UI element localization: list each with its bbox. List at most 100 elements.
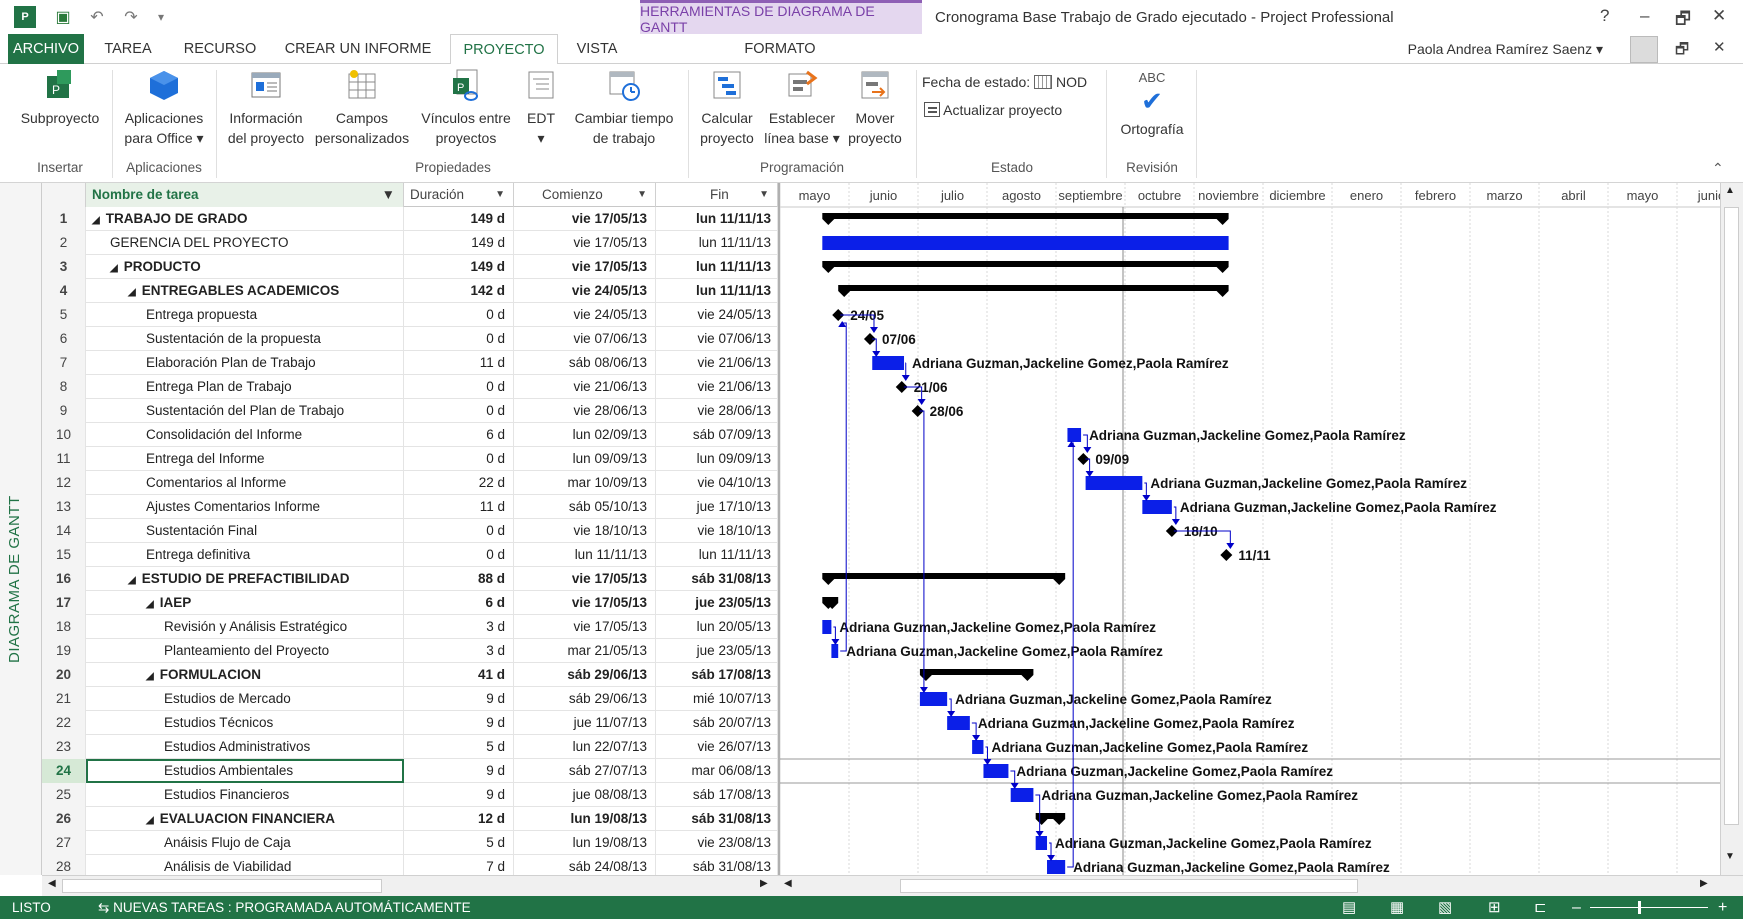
table-row[interactable]: 22 Estudios Técnicos 9 d jue 11/07/13 sáb 20…: [42, 711, 778, 735]
table-row[interactable]: 3 ◢ PRODUCTO 149 d vie 17/05/13 lun 11/11/13: [42, 255, 778, 279]
filter-dropdown-icon[interactable]: ▼: [759, 183, 769, 207]
duration-cell[interactable]: 22 d: [404, 471, 514, 495]
row-id[interactable]: 1: [42, 207, 86, 231]
table-row[interactable]: 21 Estudios de Mercado 9 d sáb 29/06/13 mié …: [42, 687, 778, 711]
row-id[interactable]: 19: [42, 639, 86, 663]
task-usage-icon[interactable]: ▦: [1390, 896, 1404, 919]
spelling-button[interactable]: ABC ✔ Ortografía: [1112, 64, 1192, 139]
finish-cell[interactable]: lun 11/11/13: [656, 207, 778, 231]
start-cell[interactable]: lun 09/09/13: [514, 447, 656, 471]
finish-cell[interactable]: vie 24/05/13: [656, 303, 778, 327]
finish-cell[interactable]: vie 28/06/13: [656, 399, 778, 423]
tab-tarea[interactable]: TAREA: [98, 34, 158, 64]
row-id[interactable]: 18: [42, 615, 86, 639]
start-cell[interactable]: sáb 08/06/13: [514, 351, 656, 375]
table-row[interactable]: 11 Entrega del Informe 0 d lun 09/09/13 lun …: [42, 447, 778, 471]
start-cell[interactable]: jue 11/07/13: [514, 711, 656, 735]
finish-cell[interactable]: sáb 07/09/13: [656, 423, 778, 447]
table-row[interactable]: 17 ◢ IAEP 6 d vie 17/05/13 jue 23/05/13: [42, 591, 778, 615]
gantt-view-icon[interactable]: ▤: [1342, 896, 1356, 919]
finish-cell[interactable]: jue 23/05/13: [656, 591, 778, 615]
duration-cell[interactable]: 3 d: [404, 639, 514, 663]
row-id[interactable]: 28: [42, 855, 86, 875]
row-id[interactable]: 7: [42, 351, 86, 375]
table-row[interactable]: 28 Análisis de Viabilidad 7 d sáb 24/08/13 s…: [42, 855, 778, 875]
finish-cell[interactable]: lun 11/11/13: [656, 279, 778, 303]
start-cell[interactable]: vie 17/05/13: [514, 255, 656, 279]
table-scroll-left-icon[interactable]: ◀: [48, 878, 56, 889]
start-cell[interactable]: mar 21/05/13: [514, 639, 656, 663]
finish-cell[interactable]: vie 07/06/13: [656, 327, 778, 351]
table-row[interactable]: 23 Estudios Administrativos 5 d lun 22/07/1…: [42, 735, 778, 759]
duration-cell[interactable]: 11 d: [404, 495, 514, 519]
duration-cell[interactable]: 142 d: [404, 279, 514, 303]
duration-cell[interactable]: 9 d: [404, 711, 514, 735]
filter-dropdown-icon[interactable]: ▼: [382, 183, 395, 207]
collapse-icon[interactable]: ◢: [146, 599, 154, 610]
start-cell[interactable]: vie 18/10/13: [514, 519, 656, 543]
task-name-cell[interactable]: Estudios Financieros: [86, 783, 404, 807]
task-name-cell[interactable]: Ajustes Comentarios Informe: [86, 495, 404, 519]
header-start[interactable]: Comienzo ▼: [514, 183, 656, 207]
duration-cell[interactable]: 41 d: [404, 663, 514, 687]
table-row[interactable]: 20 ◢ FORMULACION 41 d sáb 29/06/13 sáb 17/08/…: [42, 663, 778, 687]
finish-cell[interactable]: jue 23/05/13: [656, 639, 778, 663]
task-name-cell[interactable]: Elaboración Plan de Trabajo: [86, 351, 404, 375]
zoom-slider-track[interactable]: [1590, 907, 1708, 908]
collapse-icon[interactable]: ◢: [128, 287, 136, 298]
filter-dropdown-icon[interactable]: ▼: [637, 183, 647, 207]
table-row[interactable]: 4 ◢ ENTREGABLES ACADEMICOS 142 d vie 24/05/1…: [42, 279, 778, 303]
task-name-cell[interactable]: GERENCIA DEL PROYECTO: [86, 231, 404, 255]
finish-cell[interactable]: mar 06/08/13: [656, 759, 778, 783]
start-cell[interactable]: vie 17/05/13: [514, 231, 656, 255]
gantt-chart[interactable]: mayo junio julio agosto septiembre octubre nov…: [778, 183, 1720, 875]
duration-cell[interactable]: 5 d: [404, 735, 514, 759]
scroll-thumb[interactable]: [1724, 207, 1739, 825]
ribbon-restore-icon[interactable]: 🗗: [1675, 39, 1689, 64]
new-tasks-mode[interactable]: ⇆ NUEVAS TAREAS : PROGRAMADA AUTOMÁTICAM…: [98, 896, 471, 919]
row-id[interactable]: 15: [42, 543, 86, 567]
finish-cell[interactable]: lun 11/11/13: [656, 255, 778, 279]
zoom-in-button[interactable]: +: [1718, 896, 1727, 919]
table-row[interactable]: 16 ◢ ESTUDIO DE PREFACTIBILIDAD 88 d vie 17/…: [42, 567, 778, 591]
scroll-down-icon[interactable]: ▼: [1725, 851, 1735, 862]
subproyecto-button[interactable]: P Subproyecto: [14, 64, 106, 128]
duration-cell[interactable]: 149 d: [404, 255, 514, 279]
ribbon-close-icon[interactable]: ✕: [1713, 38, 1726, 56]
restore-button[interactable]: 🗗: [1675, 6, 1691, 35]
task-name-cell[interactable]: Sustentación Final: [86, 519, 404, 543]
row-id[interactable]: 10: [42, 423, 86, 447]
finish-cell[interactable]: lun 11/11/13: [656, 231, 778, 255]
table-row[interactable]: 1 ◢ TRABAJO DE GRADO 149 d vie 17/05/13 lun 1…: [42, 207, 778, 231]
duration-cell[interactable]: 9 d: [404, 783, 514, 807]
task-name-cell[interactable]: Revisión y Análisis Estratégico: [86, 615, 404, 639]
row-id[interactable]: 4: [42, 279, 86, 303]
row-id[interactable]: 6: [42, 327, 86, 351]
avatar[interactable]: [1630, 36, 1658, 63]
duration-cell[interactable]: 0 d: [404, 375, 514, 399]
table-row[interactable]: 27 Anáisis Flujo de Caja 5 d lun 19/08/13 vi…: [42, 831, 778, 855]
table-row[interactable]: 26 ◢ EVALUACION FINANCIERA 12 d lun 19/08/13…: [42, 807, 778, 831]
table-scroll-thumb[interactable]: [62, 879, 382, 893]
duration-cell[interactable]: 7 d: [404, 855, 514, 875]
duration-cell[interactable]: 0 d: [404, 327, 514, 351]
finish-cell[interactable]: vie 04/10/13: [656, 471, 778, 495]
zoom-out-button[interactable]: –: [1572, 896, 1581, 919]
task-name-cell[interactable]: Anáisis Flujo de Caja: [86, 831, 404, 855]
duration-cell[interactable]: 6 d: [404, 591, 514, 615]
start-cell[interactable]: vie 17/05/13: [514, 615, 656, 639]
task-name-cell[interactable]: Estudios de Mercado: [86, 687, 404, 711]
table-scroll-right-icon[interactable]: ▶: [760, 878, 768, 889]
duration-cell[interactable]: 6 d: [404, 423, 514, 447]
tab-vista[interactable]: VISTA: [570, 34, 624, 64]
row-id[interactable]: 17: [42, 591, 86, 615]
finish-cell[interactable]: vie 21/06/13: [656, 351, 778, 375]
row-id[interactable]: 12: [42, 471, 86, 495]
calculate-project-button[interactable]: Calcular proyecto: [692, 64, 762, 148]
task-name-cell[interactable]: Entrega propuesta: [86, 303, 404, 327]
task-name-cell[interactable]: ◢ PRODUCTO: [86, 255, 404, 279]
collapse-icon[interactable]: ◢: [110, 263, 118, 274]
duration-cell[interactable]: 0 d: [404, 519, 514, 543]
links-between-projects-button[interactable]: P Vínculos entre proyectos: [412, 64, 520, 148]
tab-proyecto[interactable]: PROYECTO: [450, 34, 558, 65]
